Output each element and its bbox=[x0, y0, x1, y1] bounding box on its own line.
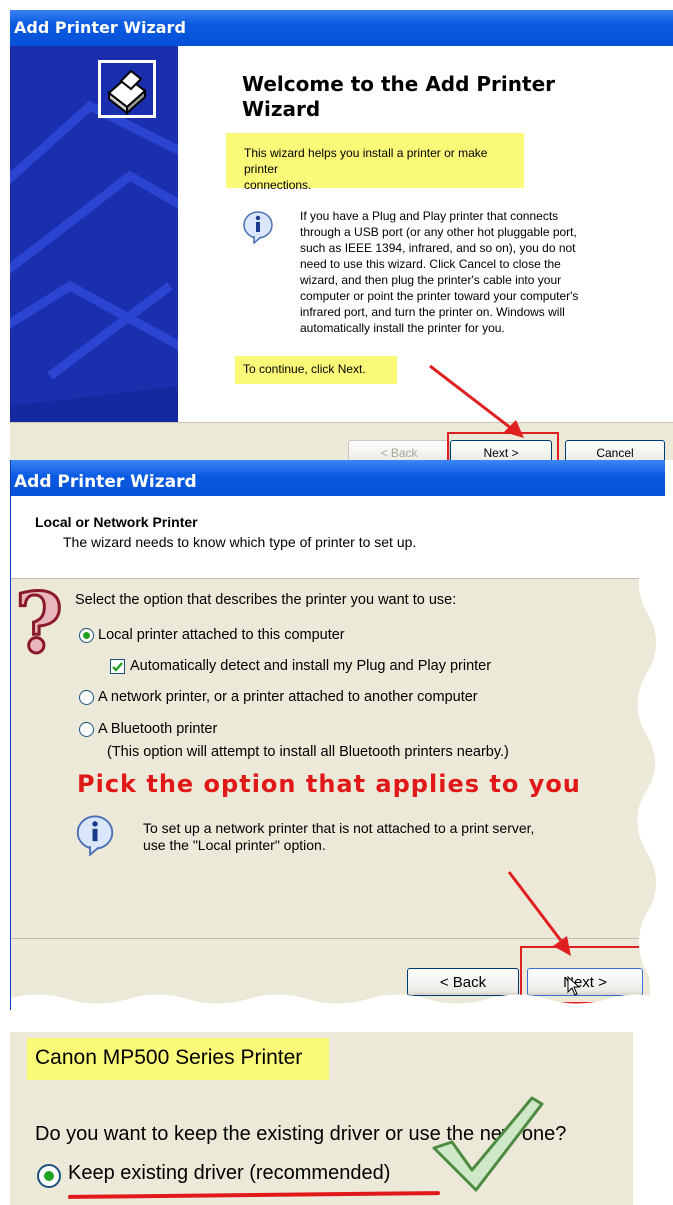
keep-driver-radio[interactable] bbox=[37, 1164, 61, 1188]
printer-type-wizard-window: Add Printer Wizard Local or Network Prin… bbox=[10, 460, 665, 1010]
torn-edge-decoration bbox=[11, 994, 665, 1010]
torn-edge-decoration bbox=[637, 496, 665, 1010]
description-line: If you have a Plug and Play printer that… bbox=[300, 209, 559, 223]
local-printer-label[interactable]: Local printer attached to this computer bbox=[98, 627, 345, 643]
description-line: automatically install the printer for yo… bbox=[300, 321, 505, 335]
welcome-heading: Welcome to the Add Printer Wizard bbox=[242, 72, 642, 122]
description-line: infrared port, and turn the printer on. … bbox=[300, 305, 565, 319]
heading-line: Welcome to the Add Printer bbox=[242, 72, 555, 96]
local-printer-radio[interactable] bbox=[79, 628, 94, 643]
wizard-header: Local or Network Printer The wizard need… bbox=[11, 496, 665, 579]
printer-icon bbox=[98, 60, 156, 118]
wizard-description: If you have a Plug and Play printer that… bbox=[300, 208, 620, 336]
description-line: such as IEEE 1394, infrared, and so on),… bbox=[300, 241, 576, 255]
red-underline-annotation bbox=[67, 1191, 441, 1199]
cancel-button[interactable]: Cancel bbox=[565, 440, 665, 460]
continue-instruction: To continue, click Next. bbox=[235, 356, 397, 384]
network-printer-label[interactable]: A network printer, or a printer attached… bbox=[98, 689, 478, 705]
driver-choice-dialog: Canon MP500 Series Printer Do you want t… bbox=[10, 1032, 633, 1205]
red-arrow-icon bbox=[429, 364, 524, 438]
welcome-wizard-window: Add Printer Wizard Welcome to the Add Pr… bbox=[10, 10, 673, 460]
auto-detect-label[interactable]: Automatically detect and install my Plug… bbox=[130, 658, 491, 674]
back-button[interactable]: < Back bbox=[348, 440, 450, 460]
note-line: To set up a network printer that is not … bbox=[143, 820, 535, 836]
page-subtitle: The wizard needs to know which type of p… bbox=[63, 534, 417, 550]
wizard-side-banner bbox=[10, 46, 178, 422]
annotation-text: Pick the option that applies to you bbox=[77, 770, 581, 798]
window-title: Add Printer Wizard bbox=[11, 460, 665, 496]
note-line: use the "Local printer" option. bbox=[143, 837, 326, 853]
red-arrow-icon bbox=[507, 871, 571, 956]
description-line: need to use this wizard. Click Cancel to… bbox=[300, 257, 561, 271]
wizard-button-bar: < Back Next > Cancel bbox=[10, 422, 673, 460]
page-title: Local or Network Printer bbox=[35, 514, 198, 530]
auto-detect-checkbox[interactable] bbox=[110, 659, 125, 674]
bluetooth-printer-radio[interactable] bbox=[79, 722, 94, 737]
bluetooth-note: (This option will attempt to install all… bbox=[107, 744, 509, 760]
svg-text:?: ? bbox=[15, 584, 63, 664]
intro-text: This wizard helps you install a printer … bbox=[226, 133, 524, 192]
info-icon bbox=[75, 814, 115, 861]
info-note: To set up a network printer that is not … bbox=[143, 820, 603, 854]
description-line: through a USB port (or any other hot plu… bbox=[300, 225, 577, 239]
checkmark-icon bbox=[112, 662, 123, 672]
keep-driver-label[interactable]: Keep existing driver (recommended) bbox=[68, 1162, 390, 1185]
intro-line: This wizard helps you install a printer … bbox=[244, 146, 488, 176]
printer-model-label: Canon MP500 Series Printer bbox=[27, 1038, 329, 1080]
info-icon bbox=[242, 210, 274, 249]
selection-prompt: Select the option that describes the pri… bbox=[75, 592, 457, 608]
network-printer-radio[interactable] bbox=[79, 690, 94, 705]
question-mark-icon: ? bbox=[14, 584, 65, 664]
bluetooth-printer-label[interactable]: A Bluetooth printer bbox=[98, 721, 217, 737]
intro-line: connections. bbox=[244, 178, 312, 192]
heading-line: Wizard bbox=[242, 97, 321, 121]
description-line: computer or point the printer toward you… bbox=[300, 289, 579, 303]
description-line: wizard, and then plug the printer's cabl… bbox=[300, 273, 562, 287]
green-checkmark-icon bbox=[432, 1096, 544, 1192]
window-title: Add Printer Wizard bbox=[10, 10, 673, 46]
